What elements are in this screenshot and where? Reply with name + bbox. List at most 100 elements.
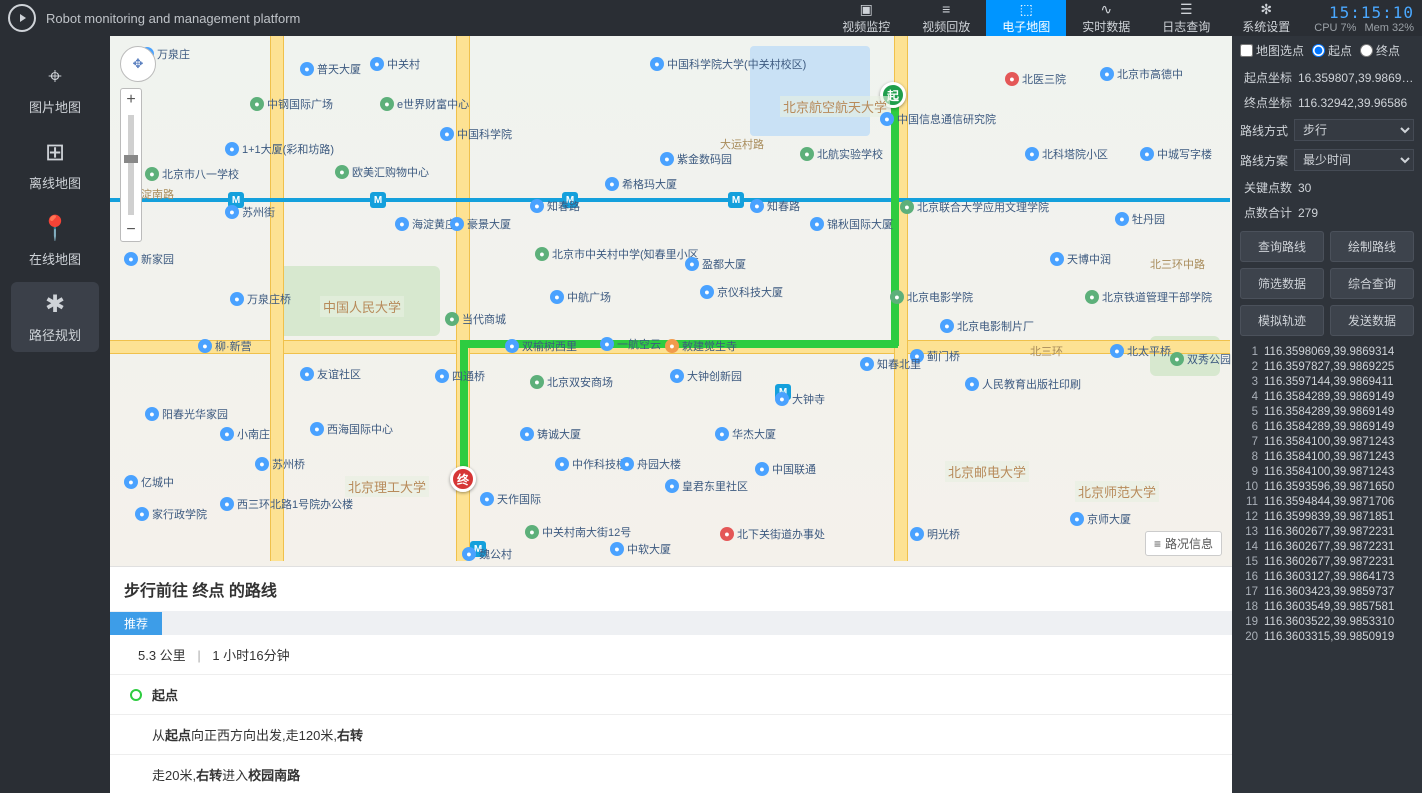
poi-label: ●双秀公园 [1170, 351, 1231, 367]
radio-end[interactable]: 终点 [1360, 42, 1400, 59]
poi-label: ●一航空云 [600, 336, 661, 352]
poi-icon: ● [600, 337, 614, 351]
topnav-item[interactable]: ⬚电子地图 [986, 0, 1066, 36]
poi-icon: ● [435, 369, 449, 383]
coord-row[interactable]: 14116.3602677,39.9872231 [1238, 539, 1416, 554]
btn-send-data[interactable]: 发送数据 [1330, 305, 1414, 336]
poi-label: ●北医三院 [1005, 71, 1066, 87]
right-panel: 地图选点 起点 终点 起点坐标16.359807,39.986932 终点坐标1… [1232, 36, 1422, 793]
directions-origin: 起点 [110, 674, 1232, 714]
coord-row[interactable]: 16116.3603127,39.9864173 [1238, 569, 1416, 584]
radio-start[interactable]: 起点 [1312, 42, 1352, 59]
end-coord-value: 116.32942,39.96586 [1298, 96, 1414, 110]
poi-icon: ● [310, 422, 324, 436]
coord-row[interactable]: 13116.3602677,39.9872231 [1238, 524, 1416, 539]
route-plan-select[interactable]: 最少时间 [1294, 149, 1414, 171]
btn-comprehensive[interactable]: 综合查询 [1330, 268, 1414, 299]
poi-icon: ● [450, 217, 464, 231]
coord-list[interactable]: 1116.3598069,39.98693142116.3597827,39.9… [1232, 342, 1422, 793]
poi-label: ●欧美汇购物中心 [335, 164, 429, 180]
sidebar-icon: ⊞ [45, 138, 65, 167]
coord-row[interactable]: 4116.3584289,39.9869149 [1238, 389, 1416, 404]
poi-icon: ● [610, 542, 624, 556]
poi-label: ●铸诚大厦 [520, 426, 581, 442]
map-zoom-control[interactable]: + − [120, 88, 142, 242]
total-points-label: 点数合计 [1240, 204, 1292, 221]
zoom-track[interactable] [128, 115, 134, 215]
coord-row[interactable]: 8116.3584100,39.9871243 [1238, 449, 1416, 464]
poi-icon: ● [135, 507, 149, 521]
direction-step: 从起点向正西方向出发,走120米,右转 [110, 714, 1232, 754]
map-canvas[interactable]: M M M M M M 起 终 ●万泉庄●普天大厦●中关村●中钢国际广场●e世界… [110, 36, 1232, 566]
sidebar-item[interactable]: 📍在线地图 [11, 206, 99, 276]
map-container[interactable]: M M M M M M 起 终 ●万泉庄●普天大厦●中关村●中钢国际广场●e世界… [110, 36, 1232, 566]
topnav-item[interactable]: ✻系统设置 [1226, 0, 1306, 36]
poi-label: ●中国科学院大学(中关村校区) [650, 56, 806, 72]
tab-recommended[interactable]: 推荐 [110, 612, 162, 635]
poi-label: ●北太平桥 [1110, 343, 1171, 359]
radio-map-point[interactable]: 地图选点 [1240, 42, 1304, 59]
topnav-item[interactable]: ∿实时数据 [1066, 0, 1146, 36]
coord-row[interactable]: 19116.3603522,39.9853310 [1238, 614, 1416, 629]
coord-row[interactable]: 17116.3603423,39.9859737 [1238, 584, 1416, 599]
zoom-out-button[interactable]: − [121, 219, 141, 241]
topnav-item[interactable]: ≡视频回放 [906, 0, 986, 36]
coord-row[interactable]: 1116.3598069,39.9869314 [1238, 344, 1416, 359]
poi-icon: ● [145, 407, 159, 421]
btn-filter-data[interactable]: 筛选数据 [1240, 268, 1324, 299]
poi-label: 北京理工大学 [345, 476, 429, 497]
coord-row[interactable]: 5116.3584289,39.9869149 [1238, 404, 1416, 419]
topnav-item[interactable]: ☰日志查询 [1146, 0, 1226, 36]
coord-row[interactable]: 7116.3584100,39.9871243 [1238, 434, 1416, 449]
sidebar-item[interactable]: ⊞离线地图 [11, 130, 99, 200]
route-mode-select[interactable]: 步行 [1294, 119, 1414, 141]
directions-tabbar: 推荐 [110, 611, 1232, 635]
poi-label: ●牡丹园 [1115, 211, 1165, 227]
coord-row[interactable]: 18116.3603549,39.9857581 [1238, 599, 1416, 614]
sidebar-icon: 📍 [40, 214, 70, 243]
sidebar-icon: ✱ [45, 290, 65, 319]
metro-stop-icon: M [728, 192, 744, 208]
sidebar-item[interactable]: ⌖图片地图 [11, 54, 99, 124]
poi-label: ●北科塔院小区 [1025, 146, 1108, 162]
route-duration: 1 小时16分钟 [212, 648, 289, 663]
poi-label: ●小南庄 [220, 426, 270, 442]
coord-row[interactable]: 20116.3603315,39.9850919 [1238, 629, 1416, 644]
coord-row[interactable]: 15116.3602677,39.9872231 [1238, 554, 1416, 569]
end-coord-label: 终点坐标 [1240, 94, 1292, 111]
btn-draw-route[interactable]: 绘制路线 [1330, 231, 1414, 262]
poi-icon: ● [505, 339, 519, 353]
poi-icon: ● [900, 200, 914, 214]
directions-panel: 步行前往 终点 的路线 推荐 5.3 公里 | 1 小时16分钟 起点 从起点向… [110, 566, 1232, 793]
poi-icon: ● [395, 217, 409, 231]
poi-icon: ● [880, 112, 894, 126]
zoom-handle[interactable] [124, 155, 138, 163]
btn-simulate[interactable]: 模拟轨迹 [1240, 305, 1324, 336]
poi-label: ●知春路 [750, 198, 800, 214]
poi-icon: ● [480, 492, 494, 506]
poi-icon: ● [520, 427, 534, 441]
coord-row[interactable]: 10116.3593596,39.9871650 [1238, 479, 1416, 494]
zoom-in-button[interactable]: + [121, 89, 141, 111]
poi-label: ●皇君东里社区 [665, 478, 748, 494]
coord-row[interactable]: 12116.3599839,39.9871851 [1238, 509, 1416, 524]
coord-row[interactable]: 3116.3597144,39.9869411 [1238, 374, 1416, 389]
coord-row[interactable]: 11116.3594844,39.9871706 [1238, 494, 1416, 509]
top-nav: ▣视频监控≡视频回放⬚电子地图∿实时数据☰日志查询✻系统设置 [826, 0, 1306, 36]
poi-label: ●北京铁道管理干部学院 [1085, 289, 1212, 305]
poi-icon: ● [1140, 147, 1154, 161]
poi-label: ●新家园 [124, 251, 174, 267]
poi-label: ●中作科技楼 [555, 456, 627, 472]
route-seg [460, 340, 468, 480]
btn-query-route[interactable]: 查询路线 [1240, 231, 1324, 262]
coord-row[interactable]: 2116.3597827,39.9869225 [1238, 359, 1416, 374]
traffic-button[interactable]: ≡ 路况信息 [1145, 531, 1222, 556]
nav-icon: ∿ [1100, 2, 1112, 16]
map-pan-control[interactable] [120, 46, 156, 82]
coord-row[interactable]: 6116.3584289,39.9869149 [1238, 419, 1416, 434]
poi-label: ●明光桥 [910, 526, 960, 542]
topnav-item[interactable]: ▣视频监控 [826, 0, 906, 36]
poi-icon: ● [800, 147, 814, 161]
sidebar-item[interactable]: ✱路径规划 [11, 282, 99, 352]
coord-row[interactable]: 9116.3584100,39.9871243 [1238, 464, 1416, 479]
